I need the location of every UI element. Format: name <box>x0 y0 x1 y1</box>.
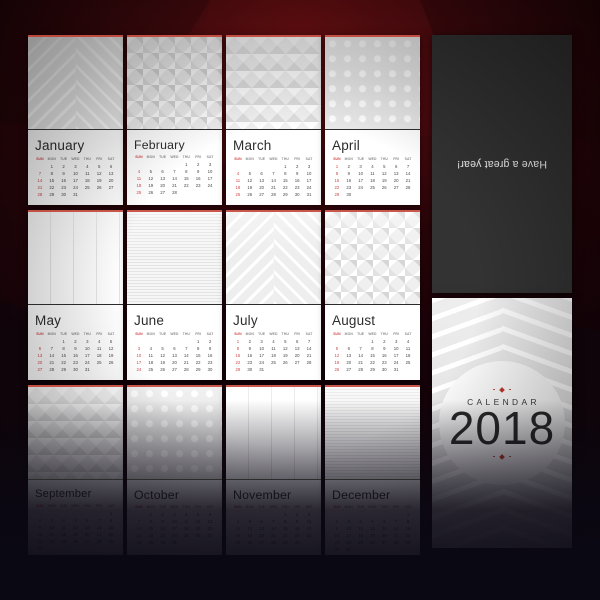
divider-line <box>28 479 123 480</box>
divider-line <box>226 304 321 305</box>
accent-bar <box>226 385 321 387</box>
accent-bar <box>226 35 321 37</box>
accent-bar <box>127 210 222 212</box>
divider-line <box>127 129 222 130</box>
divider-line <box>325 479 420 480</box>
accent-bar <box>127 35 222 37</box>
divider-line <box>28 304 123 305</box>
divider-line <box>127 304 222 305</box>
calendar-poster: January SUN MON TUE WED THU FRI SAT 1234… <box>0 0 600 600</box>
accent-bar <box>28 385 123 387</box>
accent-bar <box>325 385 420 387</box>
accent-bar <box>325 35 420 37</box>
divider-line <box>226 479 321 480</box>
accent-bar <box>28 35 123 37</box>
accent-bar <box>325 210 420 212</box>
divider-line <box>127 479 222 480</box>
accent-bar <box>226 210 321 212</box>
accent-bar <box>127 385 222 387</box>
divider-line <box>28 129 123 130</box>
accent-bar <box>28 210 123 212</box>
divider-line <box>325 304 420 305</box>
divider-line <box>325 129 420 130</box>
divider-line <box>226 129 321 130</box>
background-bottom-fade <box>0 400 600 600</box>
